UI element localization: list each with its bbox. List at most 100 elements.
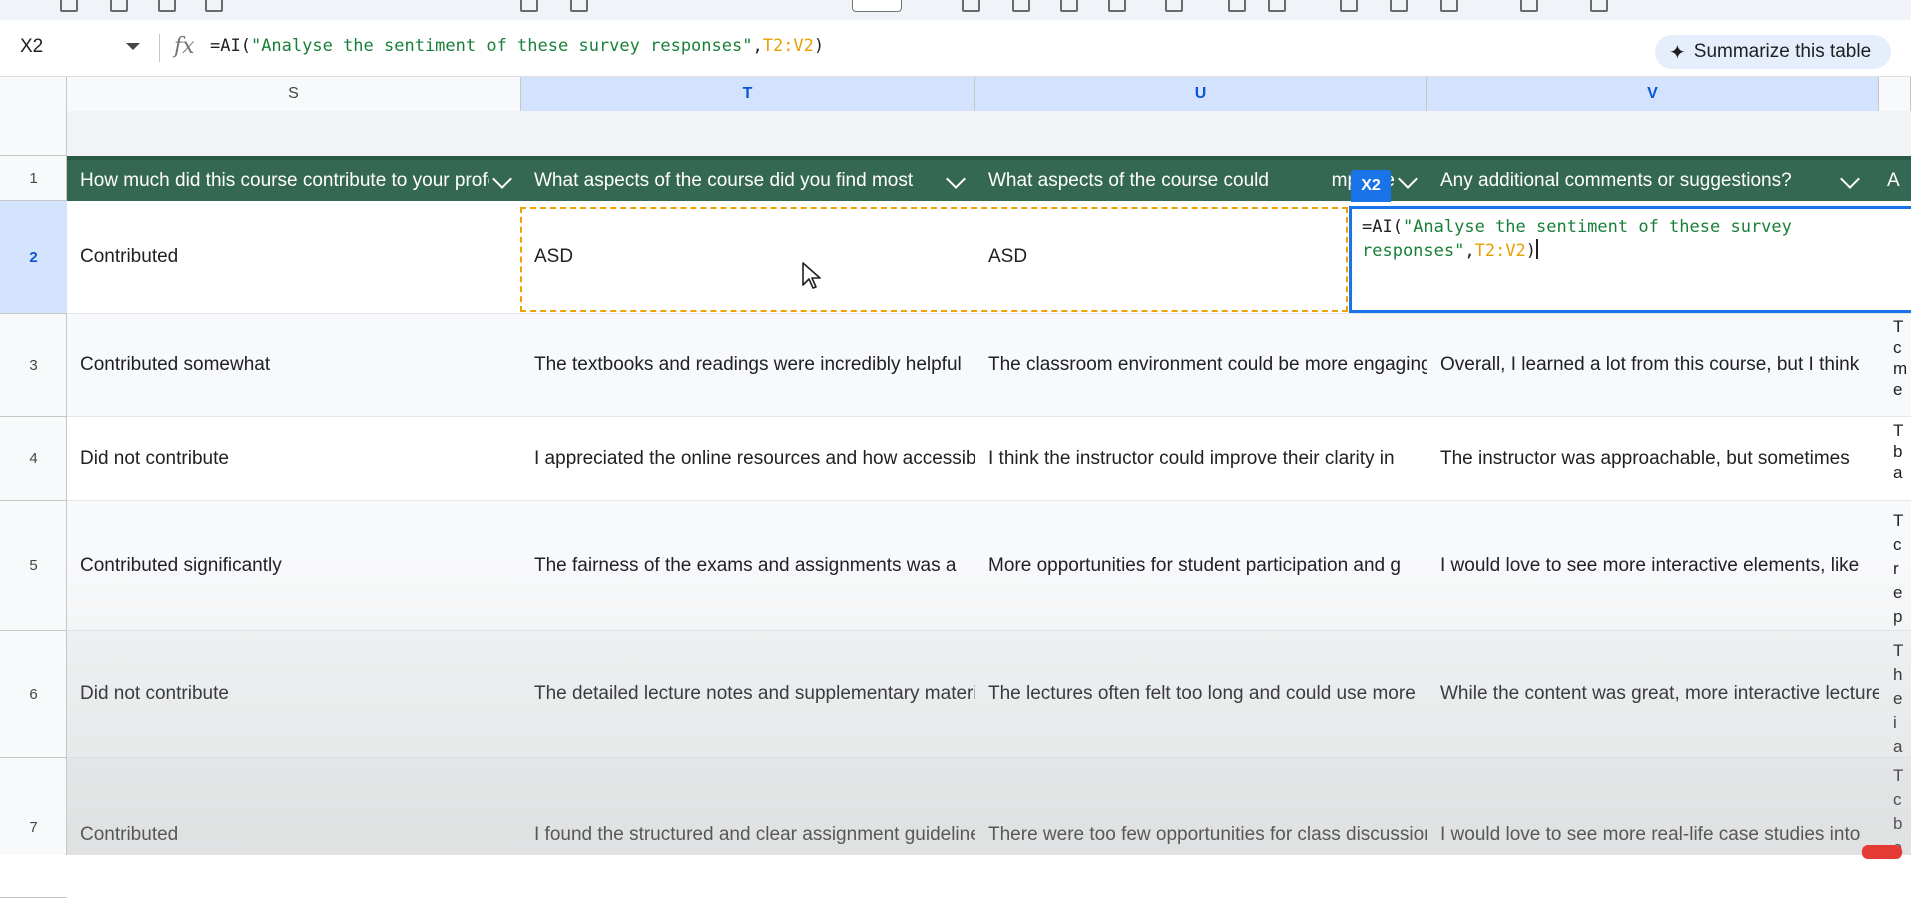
row-header-3[interactable]: 3 (0, 314, 67, 417)
row-header-2[interactable]: 2 (0, 201, 67, 314)
cell-t2[interactable]: ASD (521, 201, 975, 313)
cell-t5[interactable]: The fairness of the exams and assignment… (521, 501, 975, 630)
header-cell-s[interactable]: How much did this course contribute to y… (67, 160, 521, 201)
chevron-down-icon[interactable] (1840, 168, 1860, 189)
decrease-decimal-icon[interactable] (520, 0, 538, 12)
cell-text: I would love to see more real-life case … (1440, 824, 1861, 845)
cell-s4[interactable]: Did not contribute (67, 417, 521, 500)
header-cell-w[interactable]: A (1879, 160, 1911, 201)
chevron-down-icon[interactable] (1398, 168, 1418, 189)
cell-text: The textbooks and readings were incredib… (534, 354, 962, 375)
spreadsheet-grid: How much did this course contribute to y… (67, 111, 1911, 855)
cell-text: There were too few opportunities for cla… (988, 824, 1427, 845)
cell-s5[interactable]: Contributed significantly (67, 501, 521, 630)
borders-icon[interactable] (1228, 0, 1246, 12)
fx-icon: fx (174, 34, 195, 59)
cell-u5[interactable]: More opportunities for student participa… (975, 501, 1427, 630)
formula-range: T2:V2 (762, 36, 814, 56)
row-header-6[interactable]: 6 (0, 631, 67, 758)
cell-s6[interactable]: Did not contribute (67, 631, 521, 757)
cell-t7[interactable]: I found the structured and clear assignm… (521, 758, 975, 855)
rotate-icon[interactable] (1520, 0, 1538, 12)
row-header-1[interactable]: 1 (0, 156, 67, 201)
print-icon[interactable] (158, 0, 176, 12)
cell-w7[interactable]: T c b a (1889, 758, 1911, 855)
table-row: Did not contribute The detailed lecture … (67, 631, 1911, 758)
cell-text: More opportunities for student participa… (988, 554, 1401, 576)
select-all-corner[interactable] (0, 77, 67, 111)
cell-u4[interactable]: I think the instructor could improve the… (975, 417, 1427, 500)
chevron-down-icon[interactable] (946, 168, 966, 189)
cell-w6[interactable]: T h e i a (1889, 631, 1911, 757)
wrap-icon[interactable] (1440, 0, 1458, 12)
strikethrough-icon[interactable] (1060, 0, 1078, 12)
merge-cells-icon[interactable] (1268, 0, 1286, 12)
undo-icon[interactable] (60, 0, 78, 12)
cell-editor[interactable]: =AI("Analyse the sentiment of these surv… (1349, 206, 1911, 313)
formula-bar: X2 fx =AI("Analyse the sentiment of thes… (0, 20, 1911, 77)
sparkle-icon: ✦ (1669, 41, 1686, 64)
table-row: Contributed somewhat The textbooks and r… (67, 314, 1911, 417)
column-header-t[interactable]: T (521, 77, 975, 111)
table-row: Contributed I found the structured and c… (67, 758, 1911, 855)
row-header-4[interactable]: 4 (0, 417, 67, 501)
column-header-v[interactable]: V (1427, 77, 1879, 111)
fill-color-icon[interactable] (1165, 0, 1183, 12)
cell-s7[interactable]: Contributed (67, 758, 521, 855)
bold-icon[interactable] (962, 0, 980, 12)
cell-text: The fairness of the exams and assignment… (534, 554, 957, 576)
column-header-row: S T U V (0, 77, 1911, 112)
cell-u7[interactable]: There were too few opportunities for cla… (975, 758, 1427, 855)
cell-v6[interactable]: While the content was great, more intera… (1427, 631, 1879, 757)
header-label: What aspects of the course did you find … (534, 169, 914, 191)
redo-icon[interactable] (110, 0, 128, 12)
header-cell-v[interactable]: Any additional comments or suggestions? (1427, 160, 1879, 201)
cell-text: The detailed lecture notes and supplemen… (534, 683, 975, 704)
cell-text: Overall, I learned a lot from this cours… (1440, 354, 1860, 375)
text-caret (1536, 239, 1539, 259)
mouse-pointer-icon (802, 262, 821, 289)
increase-decimal-icon[interactable] (570, 0, 588, 12)
cell-u6[interactable]: The lectures often felt too long and cou… (975, 631, 1427, 757)
font-size-box[interactable] (852, 0, 902, 12)
column-header-s[interactable]: S (67, 77, 521, 111)
cell-s2[interactable]: Contributed (67, 201, 521, 313)
row-header-7[interactable]: 7 (0, 758, 67, 898)
cell-v5[interactable]: I would love to see more interactive ele… (1427, 501, 1879, 630)
italic-icon[interactable] (1012, 0, 1030, 12)
cell-t4[interactable]: I appreciated the online resources and h… (521, 417, 975, 500)
chevron-down-icon[interactable] (126, 43, 140, 50)
cell-v7[interactable]: I would love to see more real-life case … (1427, 758, 1879, 855)
header-label: How much did this course contribute to y… (80, 169, 489, 191)
divider (159, 34, 160, 62)
cell-s3[interactable]: Contributed somewhat (67, 314, 521, 416)
cell-t6[interactable]: The detailed lecture notes and supplemen… (521, 631, 975, 757)
cell-text: Did not contribute (80, 683, 229, 704)
cell-w4[interactable]: T b a (1889, 417, 1911, 500)
formula-suffix: ) (813, 36, 825, 56)
summarize-table-button[interactable]: ✦ Summarize this table (1655, 35, 1892, 69)
row-header-5[interactable]: 5 (0, 501, 67, 631)
table-row: Did not contribute I appreciated the onl… (67, 417, 1911, 501)
cell-v4[interactable]: The instructor was approachable, but som… (1427, 417, 1879, 500)
text-color-icon[interactable] (1108, 0, 1126, 12)
column-header-w[interactable] (1879, 77, 1911, 111)
link-icon[interactable] (1590, 0, 1608, 12)
cell-w3[interactable]: T c m e (1889, 314, 1911, 416)
cell-text: The classroom environment could be more … (988, 354, 1427, 375)
cell-text: The instructor was approachable, but som… (1440, 447, 1850, 469)
name-box[interactable]: X2 (20, 36, 43, 58)
column-header-u[interactable]: U (975, 77, 1427, 111)
formula-prefix: =AI( (210, 36, 251, 56)
header-cell-t[interactable]: What aspects of the course did you find … (521, 160, 975, 201)
cell-u3[interactable]: The classroom environment could be more … (975, 314, 1427, 416)
cell-v3[interactable]: Overall, I learned a lot from this cours… (1427, 314, 1879, 416)
chevron-down-icon[interactable] (492, 168, 512, 189)
cell-text: Contributed (80, 824, 179, 845)
paint-format-icon[interactable] (205, 0, 223, 12)
formula-input[interactable]: =AI("Analyse the sentiment of these surv… (210, 36, 824, 56)
align-icon[interactable] (1340, 0, 1358, 12)
cell-t3[interactable]: The textbooks and readings were incredib… (521, 314, 975, 416)
cell-w5[interactable]: T c r e p (1889, 501, 1911, 630)
valign-icon[interactable] (1390, 0, 1408, 12)
